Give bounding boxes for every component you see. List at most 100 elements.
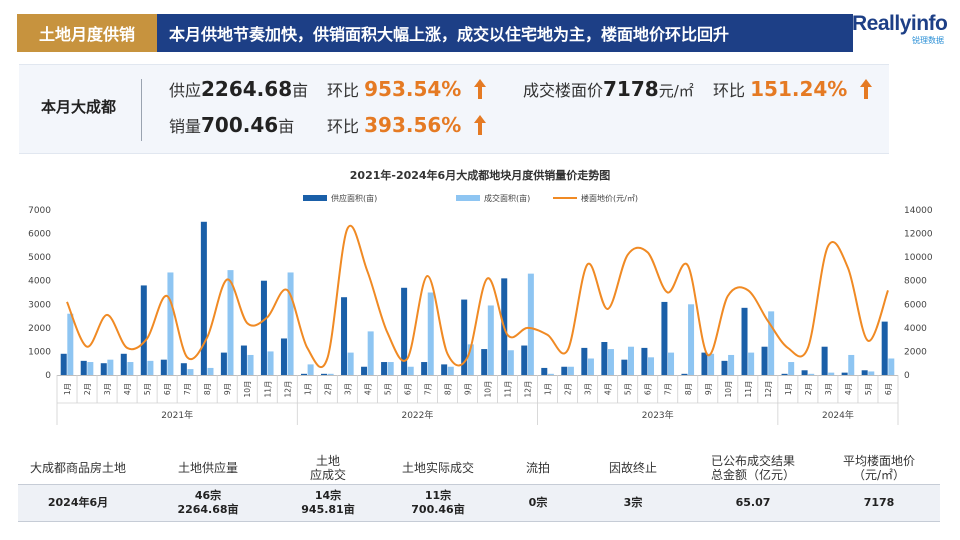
- table-header-cell: 已公布成交结果 总金额（亿元）: [710, 454, 795, 482]
- section-badge: 土地月度供销: [17, 14, 157, 52]
- x-month-label: 3月: [824, 383, 833, 395]
- price-unit: 元/㎡: [658, 82, 694, 100]
- bar-sales: [688, 304, 695, 375]
- bar-supply: [681, 373, 688, 375]
- bar-sales: [187, 369, 194, 375]
- y-left-tick-label: 1000: [28, 347, 51, 357]
- bar-sales: [487, 305, 494, 375]
- page-title: 本月供地节奏加快，供销面积大幅上涨，成交以住宅地为主，楼面地价环比回升: [157, 14, 853, 52]
- supply-mom-value: 953.54%: [364, 77, 462, 101]
- bar-sales: [668, 352, 675, 375]
- x-month-label: 4月: [363, 383, 372, 395]
- bar-supply: [481, 349, 488, 375]
- bar-supply: [260, 280, 267, 375]
- y-right-tick-label: 6000: [904, 300, 927, 310]
- x-month-label: 12月: [764, 380, 773, 397]
- x-month-label: 5月: [383, 383, 392, 395]
- bar-sales: [127, 362, 134, 375]
- table-header-cell: 土地供应量: [177, 461, 238, 475]
- table-header-cell: 因故终止: [608, 461, 657, 475]
- bar-supply: [401, 287, 408, 375]
- sales-prefix: 销量: [169, 117, 202, 136]
- bar-supply: [341, 297, 348, 375]
- bar-sales: [888, 358, 895, 375]
- table-header-cell: 平均楼面地价 （元/㎡）: [842, 454, 915, 482]
- bar-supply: [741, 307, 748, 375]
- bar-supply: [641, 347, 648, 375]
- y-left-tick-label: 7000: [28, 206, 51, 216]
- y-right-tick-label: 0: [904, 371, 910, 381]
- supply-value: 2264.68: [201, 77, 293, 101]
- table-cell: 11宗 700.46亩: [411, 489, 465, 516]
- bar-supply: [240, 345, 247, 375]
- x-year-label: 2024年: [822, 409, 854, 421]
- bar-sales: [327, 373, 334, 375]
- price-mom: 环比 151.24%: [713, 77, 873, 101]
- legend-label-price: 楼面地价(元/㎡): [581, 193, 638, 203]
- x-month-label: 11月: [504, 380, 513, 397]
- bar-supply: [881, 321, 888, 375]
- x-month-label: 2月: [83, 383, 92, 395]
- x-month-label: 4月: [844, 383, 853, 395]
- bar-supply: [601, 342, 608, 375]
- table-cell: 3宗: [623, 496, 643, 509]
- x-month-label: 10月: [484, 380, 493, 397]
- bar-supply: [561, 366, 568, 375]
- table-header-cell: 大成都商品房土地: [29, 461, 126, 475]
- y-left-tick-label: 4000: [28, 277, 51, 287]
- bar-supply: [861, 370, 868, 375]
- y-left-tick-label: 3000: [28, 300, 51, 310]
- bar-sales: [387, 362, 394, 375]
- bar-sales: [287, 272, 294, 375]
- bar-supply: [421, 362, 428, 375]
- bar-supply: [621, 359, 628, 375]
- y-right-tick-label: 4000: [904, 324, 927, 334]
- bar-supply: [100, 363, 107, 375]
- x-month-label: 6月: [884, 383, 893, 395]
- monthly-summary: 本月大成都 供应2264.68亩 环比 953.54% 销量700.46亩 环比…: [19, 64, 889, 154]
- supply-prefix: 供应: [169, 81, 202, 100]
- table-cell: 14宗 945.81亩: [301, 489, 355, 516]
- bar-supply: [361, 366, 368, 375]
- sales-unit: 亩: [278, 117, 295, 136]
- bar-supply: [300, 373, 307, 375]
- bar-supply: [200, 221, 207, 375]
- sales-mom-label: 环比: [327, 117, 360, 136]
- y-left-tick-label: 2000: [28, 324, 51, 334]
- bar-supply: [220, 352, 227, 375]
- x-month-label: 6月: [644, 383, 653, 395]
- x-month-label: 6月: [403, 383, 412, 395]
- bar-sales: [167, 272, 174, 375]
- bar-supply: [661, 301, 668, 375]
- x-month-label: 5月: [143, 383, 152, 395]
- supply-unit: 亩: [292, 81, 309, 100]
- legend-label-sales: 成交面积(亩): [484, 193, 530, 203]
- sales-mom: 环比 393.56%: [327, 113, 487, 137]
- bar-sales: [808, 373, 815, 375]
- table-cell: 46宗 2264.68亩: [177, 489, 239, 516]
- bar-sales: [267, 351, 274, 375]
- x-month-label: 11月: [263, 380, 272, 397]
- x-month-label: 1月: [544, 383, 553, 395]
- x-month-label: 3月: [584, 383, 593, 395]
- bar-supply: [841, 372, 848, 375]
- bar-supply: [120, 353, 127, 375]
- x-month-label: 2月: [804, 383, 813, 395]
- arrow-up-icon: [860, 79, 873, 99]
- reallyinfo-logo: Reallyinfo 锐理数据: [852, 12, 952, 52]
- summary-label: 本月大成都: [41, 98, 117, 116]
- bar-supply: [80, 360, 87, 375]
- x-month-label: 7月: [183, 383, 192, 395]
- price-value: 7178: [603, 77, 659, 101]
- x-month-label: 8月: [443, 383, 452, 395]
- y-right-tick-label: 2000: [904, 347, 927, 357]
- bar-sales: [708, 353, 715, 375]
- x-month-label: 1月: [303, 383, 312, 395]
- table-cell: 65.07: [735, 496, 771, 509]
- bar-supply: [801, 370, 808, 375]
- x-month-label: 4月: [123, 383, 132, 395]
- sales-stat: 销量700.46亩: [169, 113, 294, 137]
- bar-sales: [748, 352, 755, 375]
- supply-mom-label: 环比: [327, 81, 360, 100]
- bar-supply: [160, 359, 167, 375]
